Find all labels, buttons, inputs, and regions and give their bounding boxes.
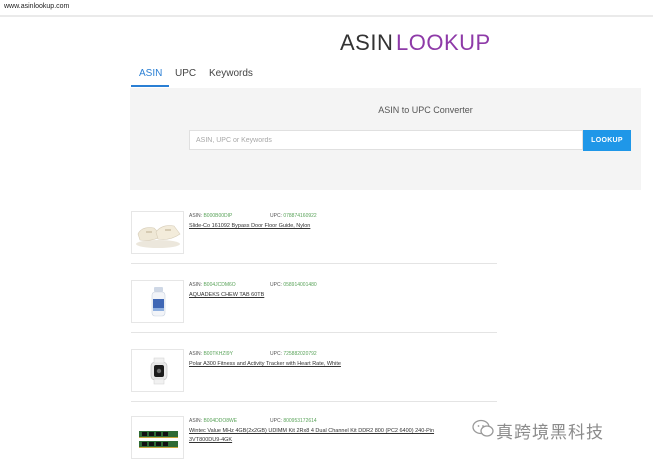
product-title-link[interactable]: Wintec Value MHz 4GB(2x2GB) UDIMM Kit 2R…: [189, 428, 434, 434]
asin-value[interactable]: B004DDO8WE: [203, 418, 237, 424]
fitness-tracker-icon: [150, 357, 168, 385]
product-thumbnail[interactable]: [131, 211, 184, 254]
upc-label: UPC:: [270, 351, 282, 357]
address-bar-shadow: [0, 15, 653, 17]
upc-field: UPC: 800953172614: [270, 418, 317, 424]
asin-field: ASIN: B000B00DIP: [189, 213, 232, 219]
result-divider: [131, 263, 497, 264]
address-bar[interactable]: www.asinlookup.com: [0, 0, 653, 16]
upc-label: UPC:: [270, 418, 282, 424]
upc-value[interactable]: 800953172614: [283, 418, 316, 424]
result-item: ASIN: B004JCDM6O UPC: 058914001480 AQUAD…: [131, 280, 497, 340]
result-item: ASIN: B00TKHZI9Y UPC: 725882020792 Polar…: [131, 349, 497, 409]
tab-asin[interactable]: ASIN: [139, 66, 162, 85]
logo-text-asin: ASIN: [340, 30, 394, 55]
product-thumbnail[interactable]: [131, 416, 184, 459]
memory-module-icon: [139, 431, 178, 448]
asin-label: ASIN:: [189, 282, 203, 288]
watermark-text: 真跨境黑科技: [496, 423, 604, 443]
asin-field: ASIN: B004JCDM6O: [189, 282, 236, 288]
upc-value[interactable]: 058914001480: [283, 282, 316, 288]
asin-label: ASIN:: [189, 213, 203, 219]
asin-label: ASIN:: [189, 351, 203, 357]
search-input[interactable]: [189, 130, 583, 150]
lookup-button[interactable]: LOOKUP: [583, 130, 631, 151]
supplement-bottle-icon: [151, 287, 166, 317]
asin-value[interactable]: B004JCDM6O: [203, 282, 235, 288]
upc-value[interactable]: 725882020792: [283, 351, 316, 357]
result-item: ASIN: B000B00DIP UPC: 078874160922 Slide…: [131, 211, 497, 271]
url-text[interactable]: www.asinlookup.com: [4, 3, 69, 10]
product-title-link[interactable]: Polar A300 Fitness and Activity Tracker …: [189, 361, 341, 367]
converter-title: ASIN to UPC Converter: [378, 105, 473, 115]
upc-label: UPC:: [270, 213, 282, 219]
tab-keywords[interactable]: Keywords: [209, 66, 253, 85]
product-title-link[interactable]: AQUADEKS CHEW TAB 60TB: [189, 292, 264, 298]
product-thumbnail[interactable]: [131, 349, 184, 392]
product-title-link[interactable]: Slide-Co 161092 Bypass Door Floor Guide,…: [189, 223, 310, 229]
active-tab-indicator: [131, 85, 169, 87]
product-title-link-continued[interactable]: 3VT800DU9-4GK: [189, 437, 232, 443]
upc-value[interactable]: 078874160922: [283, 213, 316, 219]
asin-label: ASIN:: [189, 418, 203, 424]
asin-field: ASIN: B00TKHZI9Y: [189, 351, 233, 357]
asin-field: ASIN: B004DDO8WE: [189, 418, 237, 424]
upc-field: UPC: 058914001480: [270, 282, 317, 288]
result-divider: [131, 401, 497, 402]
result-item: ASIN: B004DDO8WE UPC: 800953172614 Winte…: [131, 416, 497, 476]
result-divider: [131, 332, 497, 333]
product-thumbnail[interactable]: [131, 280, 184, 323]
upc-label: UPC:: [270, 282, 282, 288]
converter-panel: ASIN to UPC Converter LOOKUP: [130, 88, 641, 190]
upc-field: UPC: 725882020792: [270, 351, 317, 357]
tab-upc[interactable]: UPC: [175, 66, 196, 85]
asin-value[interactable]: B000B00DIP: [203, 213, 232, 219]
door-floor-guide-icon: [136, 225, 181, 248]
logo-text-lookup: LOOKUP: [396, 30, 491, 55]
asin-value[interactable]: B00TKHZI9Y: [203, 351, 232, 357]
upc-field: UPC: 078874160922: [270, 213, 317, 219]
wechat-icon: [472, 419, 494, 437]
